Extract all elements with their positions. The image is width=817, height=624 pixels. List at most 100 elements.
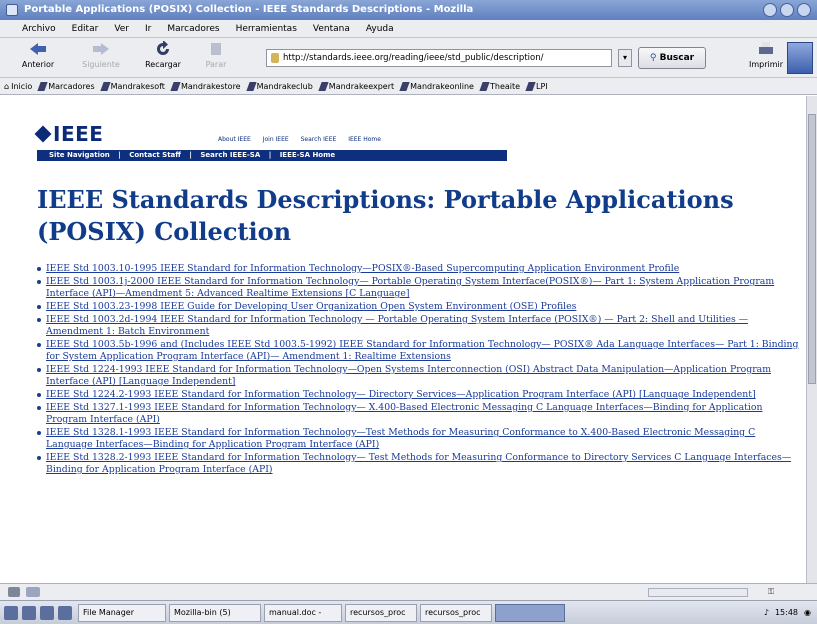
- menu-ir[interactable]: Ir: [145, 24, 151, 34]
- list-item: IEEE Std 1003.23-1998 IEEE Guide for Dev…: [37, 301, 799, 313]
- link-about-ieee[interactable]: About IEEE: [218, 136, 251, 143]
- window-title: Portable Applications (POSIX) Collection…: [24, 4, 474, 15]
- progress-bar: [648, 588, 748, 597]
- menu-marcadores[interactable]: Marcadores: [167, 24, 219, 34]
- bookmark-label: Mandrakeonline: [410, 81, 474, 91]
- menu-herramientas[interactable]: Herramientas: [236, 24, 297, 34]
- standard-link[interactable]: IEEE Std 1224.2-1993 IEEE Standard for I…: [46, 389, 756, 400]
- task-label: recursos_proc: [425, 607, 481, 617]
- nav-separator: |: [189, 151, 192, 159]
- scrollbar-thumb[interactable]: [808, 114, 816, 384]
- back-button[interactable]: Anterior: [18, 41, 58, 69]
- browser-launcher-icon[interactable]: [22, 605, 36, 620]
- status-bar: ⚿: [0, 583, 817, 600]
- bookmark-lpi[interactable]: LPI: [525, 81, 548, 91]
- standard-link[interactable]: IEEE Std 1003.5b-1996 and (Includes IEEE…: [46, 339, 798, 362]
- navigation-toolbar: Anterior Siguiente Recargar Parar http:/…: [0, 38, 817, 78]
- bookmark-label: LPI: [536, 81, 548, 91]
- bookmarks-toolbar: ⌂ Inicio Marcadores Mandrakesoft Mandrake…: [0, 78, 817, 95]
- bookmark-mandrakesoft[interactable]: Mandrakesoft: [100, 81, 165, 91]
- home-icon: ⌂: [4, 81, 10, 91]
- vertical-scrollbar[interactable]: [806, 96, 817, 583]
- link-site-navigation[interactable]: Site Navigation: [49, 151, 110, 159]
- print-button[interactable]: Imprimir: [746, 41, 786, 69]
- reload-label: Recargar: [145, 60, 181, 69]
- menu-editar[interactable]: Editar: [72, 24, 99, 34]
- terminal-launcher-icon[interactable]: [40, 605, 54, 620]
- list-item: IEEE Std 1328.1-1993 IEEE Standard for I…: [37, 427, 799, 451]
- task-label: Mozilla-bin (5): [174, 607, 231, 617]
- link-search-ieee-sa[interactable]: Search IEEE-SA: [200, 151, 260, 159]
- standard-link[interactable]: IEEE Std 1327.1-1993 IEEE Standard for I…: [46, 402, 762, 425]
- connection-icon[interactable]: [8, 587, 20, 597]
- bullet-icon: [37, 343, 41, 347]
- menu-ayuda[interactable]: Ayuda: [366, 24, 394, 34]
- task-recursos-1[interactable]: recursos_proc: [345, 603, 417, 622]
- task-mozilla[interactable]: Mozilla-bin (5): [169, 603, 261, 622]
- throbber-icon[interactable]: [787, 42, 813, 74]
- standard-link[interactable]: IEEE Std 1224-1993 IEEE Standard for Inf…: [46, 364, 771, 387]
- menu-archivo[interactable]: Archivo: [22, 24, 56, 34]
- standard-link[interactable]: IEEE Std 1328.1-1993 IEEE Standard for I…: [46, 427, 755, 450]
- url-input[interactable]: http://standards.ieee.org/reading/ieee/s…: [266, 49, 612, 67]
- link-ieee-home[interactable]: IEEE Home: [348, 136, 381, 143]
- maximize-button[interactable]: [780, 3, 794, 17]
- link-search-ieee[interactable]: Search IEEE: [301, 136, 337, 143]
- stop-icon: [211, 43, 221, 55]
- start-menu-icon[interactable]: [4, 605, 18, 620]
- menu-ventana[interactable]: Ventana: [313, 24, 350, 34]
- offline-icon[interactable]: [26, 587, 40, 597]
- standard-link[interactable]: IEEE Std 1003.2d-1994 IEEE Standard for …: [46, 314, 748, 337]
- stop-button[interactable]: Parar: [200, 41, 232, 69]
- link-ieee-sa-home[interactable]: IEEE-SA Home: [280, 151, 335, 159]
- url-history-dropdown[interactable]: ▾: [618, 49, 632, 67]
- task-recursos-2[interactable]: recursos_proc: [420, 603, 492, 622]
- link-contact-staff[interactable]: Contact Staff: [129, 151, 181, 159]
- bookmark-icon: [37, 81, 48, 91]
- list-item: IEEE Std 1003.10-1995 IEEE Standard for …: [37, 263, 799, 275]
- url-text: http://standards.ieee.org/reading/ieee/s…: [283, 53, 544, 63]
- network-icon[interactable]: ◉: [804, 608, 811, 617]
- standard-link[interactable]: IEEE Std 1003.1j-2000 IEEE Standard for …: [46, 276, 774, 299]
- bullet-icon: [37, 406, 41, 410]
- page-title: IEEE Standards Descriptions: Portable Ap…: [37, 185, 734, 246]
- site-icon: [271, 53, 279, 63]
- bookmark-marcadores[interactable]: Marcadores: [37, 81, 95, 91]
- reload-button[interactable]: Recargar: [140, 41, 186, 69]
- forward-button[interactable]: Siguiente: [76, 41, 126, 69]
- standard-link[interactable]: IEEE Std 1003.10-1995 IEEE Standard for …: [46, 263, 679, 274]
- bookmark-mandrakeexpert[interactable]: Mandrakeexpert: [318, 81, 394, 91]
- task-file-manager[interactable]: File Manager: [78, 603, 166, 622]
- clock[interactable]: 15:48: [775, 608, 798, 617]
- bookmark-inicio[interactable]: ⌂ Inicio: [4, 82, 32, 91]
- standards-list: IEEE Std 1003.10-1995 IEEE Standard for …: [37, 263, 799, 477]
- bookmark-icon: [100, 81, 111, 91]
- close-button[interactable]: [797, 3, 811, 17]
- window-menu-icon[interactable]: [6, 4, 18, 16]
- bookmark-icon: [318, 81, 329, 91]
- bookmark-mandrakeonline[interactable]: Mandrakeonline: [399, 81, 474, 91]
- bookmark-mandrakestore[interactable]: Mandrakestore: [170, 81, 241, 91]
- list-item: IEEE Std 1328.2-1993 IEEE Standard for I…: [37, 452, 799, 476]
- bookmark-mandrakeclub[interactable]: Mandrakeclub: [245, 81, 313, 91]
- speaker-icon[interactable]: ♪: [764, 608, 769, 617]
- ieee-logo[interactable]: IEEE: [34, 122, 103, 146]
- link-join-ieee[interactable]: Join IEEE: [263, 136, 289, 143]
- list-item: IEEE Std 1224-1993 IEEE Standard for Inf…: [37, 364, 799, 388]
- standard-link[interactable]: IEEE Std 1003.23-1998 IEEE Guide for Dev…: [46, 301, 576, 312]
- desktop-pager[interactable]: [495, 603, 565, 622]
- site-navigation-bar: Site Navigation | Contact Staff | Search…: [37, 150, 507, 161]
- task-manual-doc[interactable]: manual.doc -: [264, 603, 342, 622]
- desktop-launcher-icon[interactable]: [58, 605, 72, 620]
- window-titlebar[interactable]: Portable Applications (POSIX) Collection…: [0, 0, 817, 20]
- back-arrow-icon: [30, 43, 46, 55]
- standard-link[interactable]: IEEE Std 1328.2-1993 IEEE Standard for I…: [46, 452, 791, 475]
- search-button[interactable]: ⚲ Buscar: [638, 47, 706, 69]
- list-item: IEEE Std 1224.2-1993 IEEE Standard for I…: [37, 389, 799, 401]
- bookmark-theaite[interactable]: Theaite: [479, 81, 520, 91]
- list-item: IEEE Std 1327.1-1993 IEEE Standard for I…: [37, 402, 799, 426]
- menu-ver[interactable]: Ver: [114, 24, 129, 34]
- minimize-button[interactable]: [763, 3, 777, 17]
- bullet-icon: [37, 267, 41, 271]
- bullet-icon: [37, 431, 41, 435]
